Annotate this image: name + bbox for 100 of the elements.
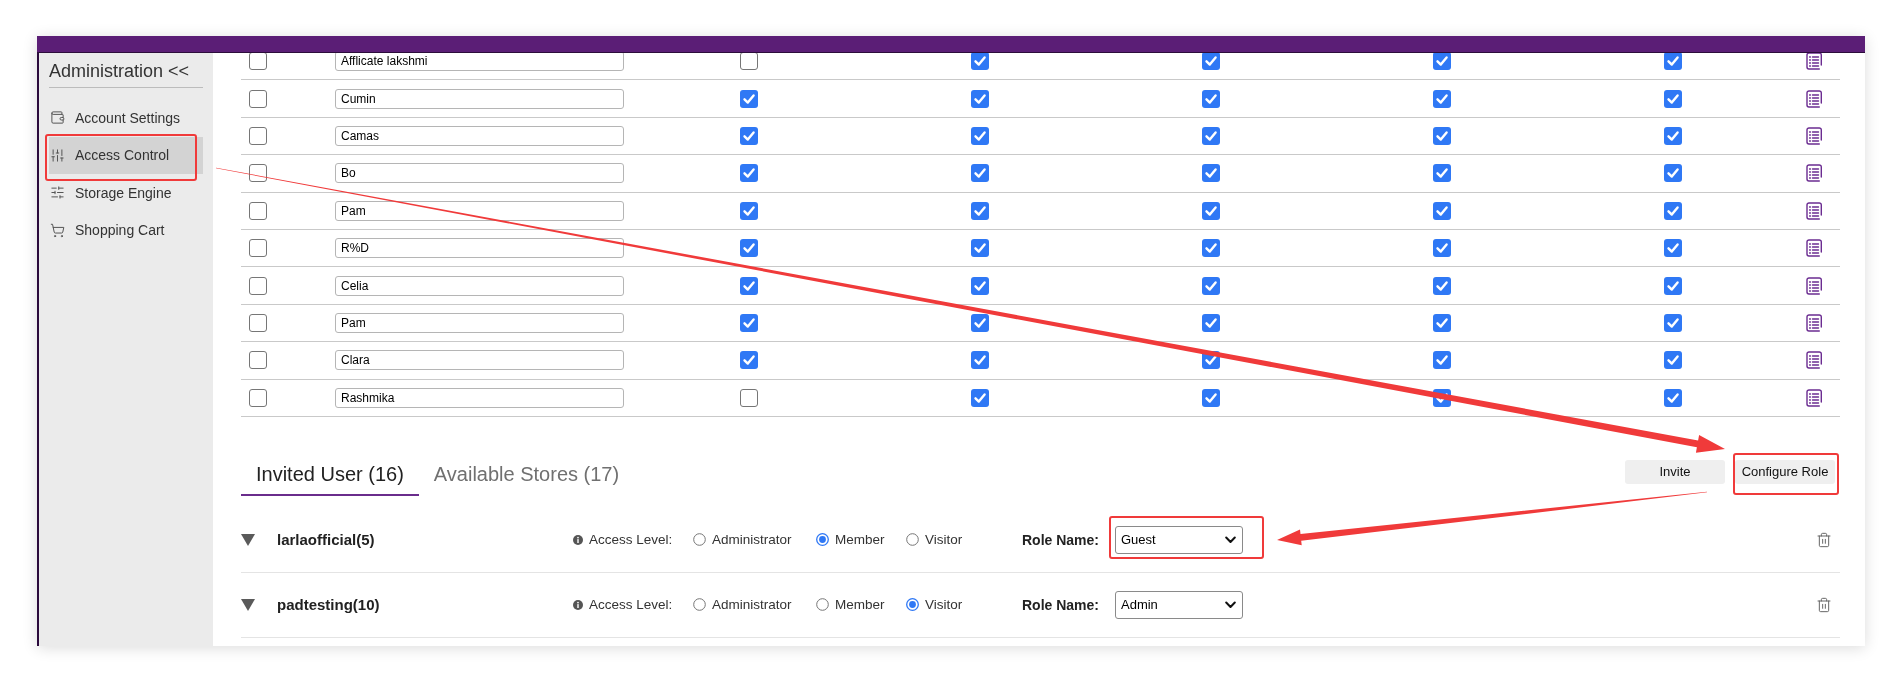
sidebar-item[interactable]: Storage Engine (49, 174, 203, 212)
checkbox[interactable] (970, 201, 989, 220)
name-field[interactable]: Bo (335, 163, 624, 184)
checkbox[interactable] (970, 239, 989, 258)
sidebar-item[interactable]: Shopping Cart (49, 211, 203, 249)
checkbox[interactable] (739, 351, 758, 370)
checkbox[interactable] (1432, 313, 1451, 332)
checkbox[interactable] (1201, 388, 1220, 407)
checkbox[interactable] (249, 239, 267, 258)
checkbox[interactable] (1201, 89, 1220, 108)
checkbox[interactable] (1432, 126, 1451, 145)
checkbox[interactable] (249, 313, 267, 332)
checkbox[interactable] (739, 164, 758, 183)
tab[interactable]: Available Stores (17) (418, 461, 635, 496)
checkbox[interactable] (249, 126, 267, 145)
role-select[interactable]: Guest (1115, 525, 1243, 554)
list-icon[interactable] (1805, 201, 1823, 220)
caret-down-icon[interactable] (241, 598, 255, 611)
checkbox[interactable] (970, 126, 989, 145)
checkbox[interactable] (970, 388, 989, 407)
radio-button[interactable] (816, 533, 829, 547)
checkbox[interactable] (1432, 239, 1451, 258)
checkbox[interactable] (1201, 201, 1220, 220)
checkbox[interactable] (739, 276, 758, 295)
trash-icon[interactable] (1816, 596, 1832, 613)
list-icon[interactable] (1805, 276, 1823, 295)
checkbox[interactable] (739, 201, 758, 220)
checkbox[interactable] (1432, 276, 1451, 295)
checkbox[interactable] (1663, 126, 1682, 145)
name-field[interactable]: Celia (335, 275, 624, 296)
checkbox[interactable] (1432, 164, 1451, 183)
sidebar-item[interactable]: Account Settings (49, 99, 203, 137)
checkbox[interactable] (1663, 239, 1682, 258)
checkbox[interactable] (970, 351, 989, 370)
checkbox[interactable] (1432, 201, 1451, 220)
name-field[interactable]: Pam (335, 200, 624, 221)
checkbox[interactable] (970, 164, 989, 183)
list-icon[interactable] (1805, 388, 1823, 407)
checkbox[interactable] (739, 126, 758, 145)
trash-icon[interactable] (1816, 531, 1832, 548)
checkbox[interactable] (1663, 351, 1682, 370)
checkbox[interactable] (249, 53, 267, 71)
checkbox[interactable] (1663, 201, 1682, 220)
sidebar-title[interactable]: Administration << (49, 53, 203, 88)
checkbox[interactable] (1663, 313, 1682, 332)
radio-label: Administrator (712, 597, 792, 613)
checkbox[interactable] (739, 89, 758, 108)
checkbox[interactable] (249, 89, 267, 108)
radio-button[interactable] (906, 598, 919, 612)
radio-button[interactable] (816, 598, 829, 612)
radio-button[interactable] (906, 533, 919, 547)
checkbox[interactable] (1201, 239, 1220, 258)
name-field[interactable]: Afflicate lakshmi (335, 53, 624, 72)
checkbox[interactable] (739, 239, 758, 258)
checkbox[interactable] (970, 313, 989, 332)
role-select[interactable]: Admin (1115, 590, 1243, 619)
list-icon[interactable] (1805, 126, 1823, 145)
checkbox[interactable] (249, 276, 267, 295)
checkbox[interactable] (739, 388, 758, 407)
checkbox[interactable] (970, 53, 989, 71)
action-button[interactable]: Configure Role (1735, 459, 1835, 484)
checkbox[interactable] (249, 388, 267, 407)
checkbox[interactable] (249, 164, 267, 183)
checkbox[interactable] (1432, 53, 1451, 71)
checkbox[interactable] (1663, 388, 1682, 407)
name-field[interactable]: Rashmika (335, 387, 624, 408)
sidebar-item[interactable]: Access Control (49, 136, 203, 174)
checkbox[interactable] (1201, 53, 1220, 71)
name-field[interactable]: Pam (335, 312, 624, 333)
checkbox[interactable] (249, 201, 267, 220)
checkbox[interactable] (1201, 276, 1220, 295)
name-field[interactable]: Clara (335, 350, 624, 371)
radio-button[interactable] (693, 598, 706, 612)
list-icon[interactable] (1805, 89, 1823, 108)
name-field[interactable]: R%D (335, 238, 624, 259)
name-field[interactable]: Cumin (335, 88, 624, 109)
caret-down-icon[interactable] (241, 533, 255, 546)
list-icon[interactable] (1805, 351, 1823, 370)
list-icon[interactable] (1805, 239, 1823, 258)
tab[interactable]: Invited User (16) (241, 461, 419, 496)
checkbox[interactable] (1663, 164, 1682, 183)
checkbox[interactable] (1663, 89, 1682, 108)
checkbox[interactable] (1432, 89, 1451, 108)
checkbox[interactable] (249, 351, 267, 370)
checkbox[interactable] (1432, 351, 1451, 370)
checkbox[interactable] (970, 89, 989, 108)
checkbox[interactable] (1201, 126, 1220, 145)
checkbox[interactable] (1201, 313, 1220, 332)
checkbox[interactable] (970, 276, 989, 295)
checkbox[interactable] (739, 313, 758, 332)
list-icon[interactable] (1805, 313, 1823, 332)
radio-button[interactable] (693, 533, 706, 547)
checkbox[interactable] (739, 53, 758, 71)
action-button[interactable]: Invite (1625, 459, 1725, 484)
list-icon[interactable] (1805, 164, 1823, 183)
list-icon[interactable] (1805, 53, 1823, 71)
checkbox[interactable] (1663, 276, 1682, 295)
name-field[interactable]: Camas (335, 125, 624, 146)
checkbox[interactable] (1201, 164, 1220, 183)
checkbox[interactable] (1663, 53, 1682, 71)
